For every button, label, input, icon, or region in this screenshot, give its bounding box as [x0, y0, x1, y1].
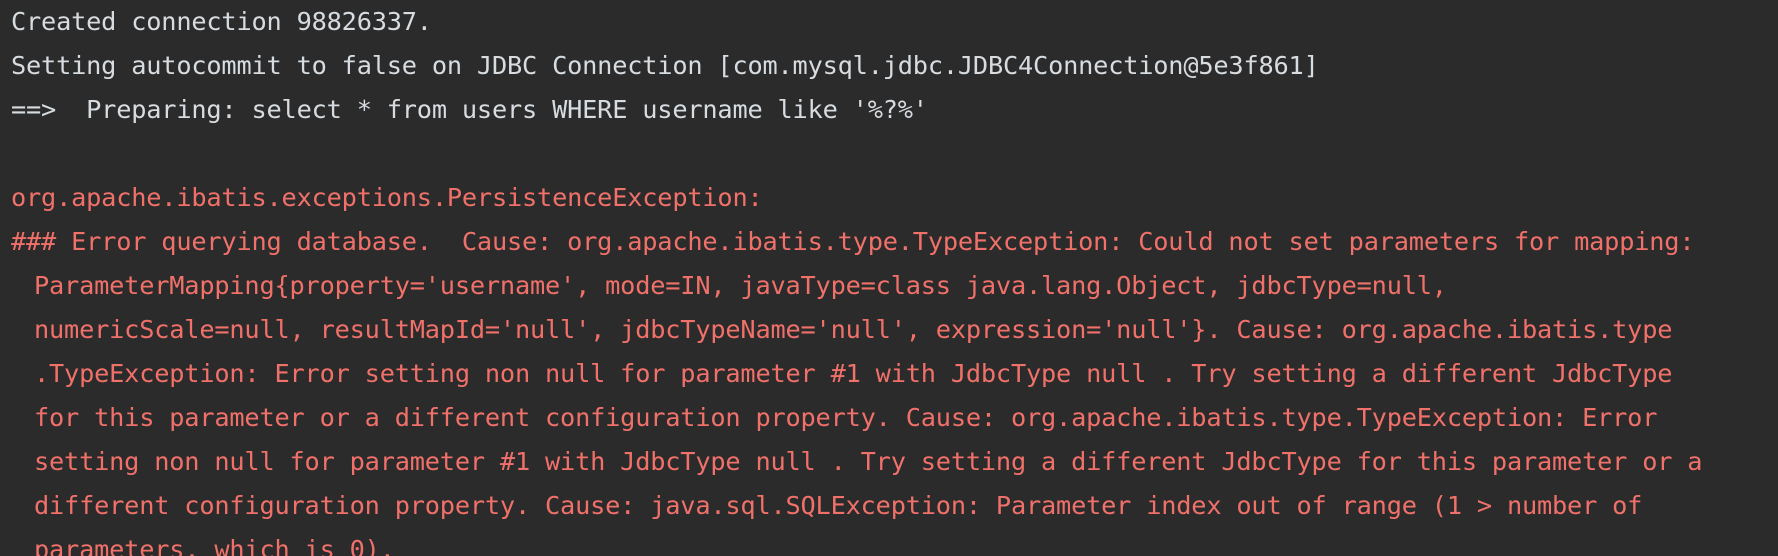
error-continuation-line: different configuration property. Cause:… — [34, 491, 1643, 520]
log-line-created-connection: Created connection 98826337. — [11, 7, 432, 36]
error-continuation-line: setting non null for parameter #1 with J… — [34, 447, 1703, 476]
log-line-preparing-sql: ==> Preparing: select * from users WHERE… — [11, 95, 928, 124]
error-continuation-line: parameters, which is 0). — [34, 535, 395, 556]
error-continuation-line: .TypeException: Error setting non null f… — [34, 359, 1673, 388]
error-continuation-line: for this parameter or a different config… — [34, 403, 1658, 432]
log-line-autocommit: Setting autocommit to false on JDBC Conn… — [11, 51, 1319, 80]
error-continuation-line: ParameterMapping{property='username', mo… — [34, 271, 1447, 300]
error-continuation-line: numericScale=null, resultMapId='null', j… — [34, 315, 1673, 344]
error-message-line: ### Error querying database. Cause: org.… — [11, 227, 1695, 256]
exception-header: org.apache.ibatis.exceptions.Persistence… — [11, 183, 763, 212]
console-output[interactable]: Created connection 98826337. Setting aut… — [0, 0, 1778, 556]
